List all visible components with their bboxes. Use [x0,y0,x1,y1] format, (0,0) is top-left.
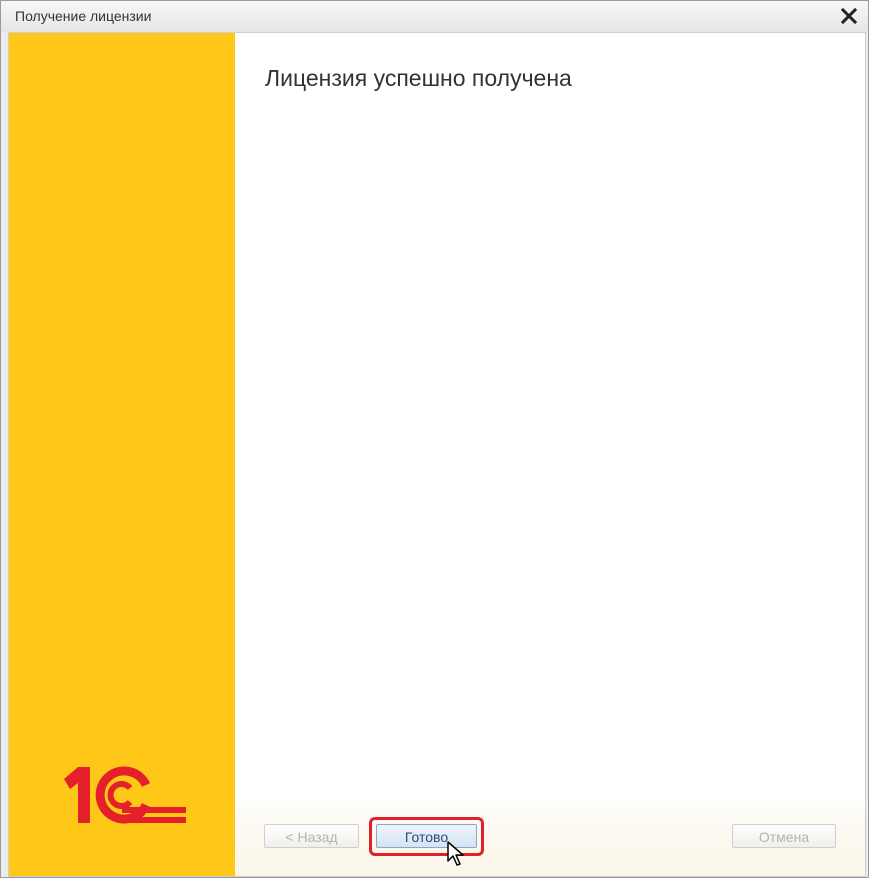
close-button[interactable] [836,3,862,29]
button-bar: < Назад Готово Отмена [235,801,865,876]
license-dialog-window: Получение лицензии Лицензия успешно полу… [0,0,869,878]
page-title: Лицензия успешно получена [265,65,572,91]
1c-logo [64,766,186,824]
back-button[interactable]: < Назад [264,824,359,848]
dialog-body: Лицензия успешно получена < Назад Готово… [8,32,866,877]
window-title: Получение лицензии [15,8,152,24]
close-icon [840,7,858,25]
main-content: Лицензия успешно получена < Назад Готово… [235,33,865,876]
done-button[interactable]: Готово [376,824,477,848]
cancel-button[interactable]: Отмена [732,824,836,848]
title-bar: Получение лицензии [1,1,868,32]
sidebar-panel [9,33,235,876]
